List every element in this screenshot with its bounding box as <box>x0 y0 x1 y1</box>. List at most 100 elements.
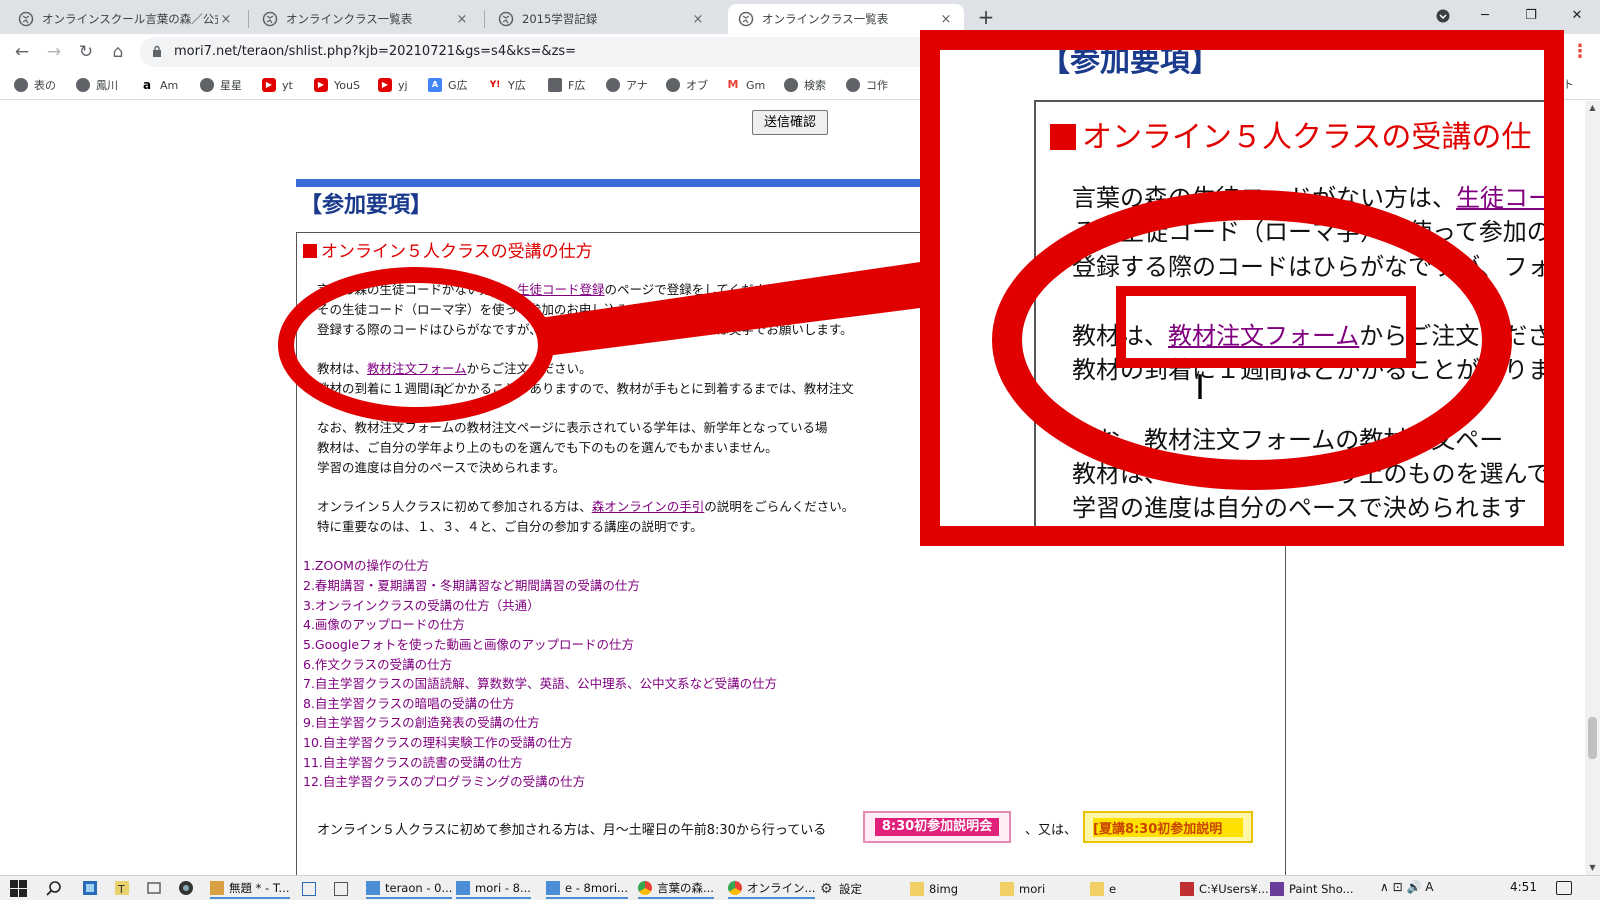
amazon-icon: a <box>140 78 154 92</box>
text: の説明をごらんください。 <box>704 499 855 514</box>
reload-button[interactable]: ↻ <box>72 38 100 66</box>
app-grid-icon[interactable] <box>82 880 98 896</box>
windows-start-icon[interactable] <box>10 880 27 897</box>
tab-search-button[interactable] <box>1420 2 1466 30</box>
close-window-button[interactable]: ✕ <box>1554 2 1600 30</box>
paragraph-line: その生徒コード（ローマ字）を使って参加のお申し込みをしていただきます。 <box>317 302 753 317</box>
section-title: 【参加要項】 <box>300 193 433 218</box>
taskbar-item[interactable]: mori <box>1000 878 1045 899</box>
window-icon[interactable] <box>146 880 162 896</box>
bookmark-item[interactable]: アナ <box>606 76 648 94</box>
browser-menu-button[interactable]: ⋮ <box>1566 38 1594 66</box>
new-tab-button[interactable]: + <box>974 6 998 30</box>
clock[interactable]: 4:51 <box>1510 880 1537 894</box>
chevron-down-icon <box>1436 9 1450 23</box>
back-button[interactable]: ← <box>8 38 36 66</box>
bookmark-item[interactable]: ▶ yt <box>262 76 293 94</box>
taskbar-item[interactable]: 言葉の森... <box>638 878 714 899</box>
bookmark-item[interactable]: オブ <box>666 76 708 94</box>
guide-link-item[interactable]: 4.画像のアップロードの仕方 <box>303 614 465 633</box>
tab-close-icon[interactable]: × <box>938 12 954 27</box>
taskbar-item[interactable]: 無題 * - T... <box>210 878 290 899</box>
scroll-down-arrow-icon[interactable]: ▼ <box>1585 861 1600 875</box>
bookmark-item[interactable]: Y! Y広 <box>488 76 526 94</box>
bookmark-item[interactable]: M Gm <box>726 76 765 94</box>
bookmark-item[interactable]: 表の <box>14 76 56 94</box>
student-code-register-link[interactable]: 生徒コード登録 <box>517 282 605 297</box>
app-icon <box>456 880 470 895</box>
taskbar-item[interactable]: teraon - 0... <box>366 878 453 899</box>
intro-session-button[interactable]: 8:30初参加説明会 <box>863 811 1011 843</box>
taskbar-item[interactable]: e <box>1090 878 1116 899</box>
bookmark-item[interactable]: F広 <box>548 76 585 94</box>
bookmark-item[interactable]: 検索 <box>784 76 826 94</box>
taskbar-item[interactable]: C:¥Users¥... <box>1180 878 1269 899</box>
youtube-icon: ▶ <box>314 78 328 92</box>
guide-link-item[interactable]: 9.自主学習クラスの創造発表の受講の仕方 <box>303 712 540 731</box>
text-editor-icon[interactable]: T <box>114 880 130 896</box>
taskbar-item[interactable]: 8img <box>910 878 958 899</box>
guide-link-item[interactable]: 11.自主学習クラスの読書の受講の仕方 <box>303 752 523 771</box>
scroll-thumb[interactable] <box>1588 717 1597 759</box>
taskbar-label: 設定 <box>839 881 862 896</box>
guide-link-item[interactable]: 12.自主学習クラスのプログラミングの受講の仕方 <box>303 771 585 790</box>
maximize-button[interactable]: ❐ <box>1508 2 1554 30</box>
taskbar-item[interactable]: Paint Sho... <box>1270 878 1354 899</box>
text: オンライン５人クラスの受講の仕 <box>1082 120 1532 155</box>
notepad-icon <box>1180 881 1194 896</box>
system-tray[interactable]: ∧ ⊡ 🔊 A <box>1380 880 1433 894</box>
bookmark-item[interactable]: a Am <box>140 76 178 94</box>
scroll-up-arrow-icon[interactable]: ▲ <box>1585 101 1600 115</box>
bookmark-item[interactable]: A G広 <box>428 76 468 94</box>
taskbar-item[interactable] <box>334 878 353 899</box>
guide-link-item[interactable]: 2.春期講習・夏期講習・冬期講習など期間講習の受講の仕方 <box>303 575 640 594</box>
globe-icon <box>666 78 680 92</box>
guide-link-item[interactable]: 1.ZOOMの操作の仕方 <box>303 555 429 574</box>
material-order-form-link[interactable]: 教材注文フォーム <box>367 361 467 376</box>
summer-intro-session-button[interactable]: [夏講8:30初参加説明 <box>1083 811 1253 843</box>
bookmark-item[interactable]: ▶ yj <box>378 76 408 94</box>
bookmark-label: 表の <box>34 79 56 92</box>
minimize-button[interactable]: ─ <box>1462 2 1508 30</box>
tab-title: オンラインスクール言葉の森／公式ホ <box>42 12 218 26</box>
online-guide-link[interactable]: 森オンラインの手引 <box>592 499 705 514</box>
forward-button[interactable]: → <box>40 38 68 66</box>
notification-icon[interactable] <box>1556 881 1572 895</box>
tab-2[interactable]: オンラインクラス一覧表 × <box>252 4 480 34</box>
taskbar-item[interactable]: オンライン... <box>728 878 816 899</box>
taskbar-item[interactable]: e - 8mori... <box>546 878 628 899</box>
camera-icon[interactable] <box>178 880 194 896</box>
bookmark-label: G広 <box>448 79 468 92</box>
taskbar-label: mori <box>1019 881 1046 896</box>
bookmark-item[interactable]: ▶ YouS <box>314 76 360 94</box>
guide-link-item[interactable]: 5.Googleフォトを使った動画と画像のアップロードの仕方 <box>303 634 634 653</box>
guide-link-item[interactable]: 6.作文クラスの受講の仕方 <box>303 654 452 673</box>
guide-link-item[interactable]: 3.オンラインクラスの受講の仕方（共通） <box>303 595 540 614</box>
bookmark-item[interactable]: 星星 <box>200 76 242 94</box>
taskbar-item[interactable] <box>302 878 321 899</box>
tab-close-icon[interactable]: × <box>690 12 706 27</box>
vertical-scrollbar[interactable]: ▲ ▼ <box>1585 101 1600 875</box>
bookmark-label: Gm <box>746 78 766 92</box>
globe-icon <box>606 78 620 92</box>
tab-3[interactable]: 2015学習記録 × <box>488 4 716 34</box>
taskbar-item[interactable]: mori - 8... <box>456 878 531 899</box>
guide-link-item[interactable]: 7.自主学習クラスの国語読解、算数数学、英語、公中理系、公中文系など受講の仕方 <box>303 673 777 692</box>
search-icon[interactable] <box>46 880 63 897</box>
tab-title: 2015学習記録 <box>522 12 598 26</box>
box-heading: オンライン５人クラスの受講の仕方 <box>303 237 593 262</box>
tab-close-icon[interactable]: × <box>454 12 470 27</box>
bookmark-item[interactable]: コ作 <box>846 76 888 94</box>
tab-1[interactable]: オンラインスクール言葉の森／公式ホ × <box>8 4 244 34</box>
taskbar-item[interactable]: ⚙ 設定 <box>820 878 862 899</box>
paint-icon <box>210 880 224 895</box>
guide-link-item[interactable]: 8.自主学習クラスの暗唱の受講の仕方 <box>303 693 515 712</box>
bookmark-item[interactable]: 鳳川 <box>76 76 118 94</box>
bookmark-label: Am <box>160 78 179 92</box>
home-button[interactable]: ⌂ <box>104 38 132 66</box>
submit-confirm-button[interactable]: 送信確認 <box>752 110 828 135</box>
zoomed-view: 【参加要項】 オンライン５人クラスの受講の仕 言葉の森の生徒コードがない方は、生… <box>940 50 1544 526</box>
text-cursor-icon: I <box>1195 368 1206 408</box>
tab-close-icon[interactable]: × <box>218 12 234 27</box>
guide-link-item[interactable]: 10.自主学習クラスの理科実験工作の受講の仕方 <box>303 732 573 751</box>
